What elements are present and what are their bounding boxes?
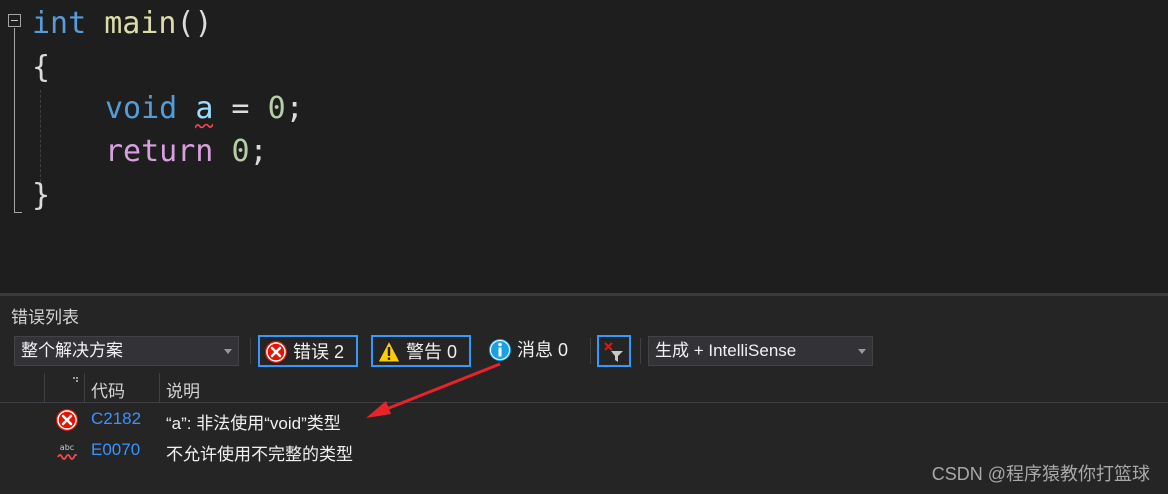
variable-a-text: a bbox=[195, 91, 214, 126]
parens: () bbox=[176, 6, 213, 41]
variable-a: a bbox=[195, 91, 214, 129]
error-icon bbox=[56, 409, 78, 431]
number-0: 0 bbox=[267, 91, 286, 126]
column-options-icon[interactable] bbox=[68, 377, 80, 387]
indent-guide bbox=[40, 90, 41, 182]
code-line-2[interactable]: { bbox=[32, 46, 50, 90]
collapse-icon[interactable] bbox=[8, 14, 21, 27]
chevron-down-icon bbox=[858, 349, 866, 354]
number-0: 0 bbox=[231, 134, 250, 169]
column-header-code[interactable]: 代码 bbox=[91, 377, 125, 402]
keyword-int: int bbox=[32, 6, 87, 41]
error-description: “a”: 非法使用“void”类型 bbox=[166, 414, 341, 433]
clear-filter-icon bbox=[604, 342, 623, 362]
scope-value: 整个解决方案 bbox=[21, 341, 123, 360]
toolbar-separator bbox=[250, 338, 251, 364]
grid-header: 代码 说明 bbox=[0, 373, 1168, 403]
code-line-3[interactable]: void a = 0; bbox=[105, 87, 304, 131]
code-line-1[interactable]: int main() bbox=[32, 2, 213, 46]
code-editor[interactable]: int main() { void a = 0; return 0; } bbox=[0, 0, 1168, 293]
code-line-4[interactable]: return 0; bbox=[105, 130, 268, 174]
toolbar-separator bbox=[640, 338, 641, 364]
intellisense-error-icon: abc bbox=[57, 443, 77, 460]
chevron-down-icon bbox=[224, 349, 232, 354]
errors-filter-label: 错误 2 bbox=[293, 342, 345, 362]
close-brace: } bbox=[32, 178, 51, 213]
info-icon bbox=[489, 339, 511, 361]
svg-text:abc: abc bbox=[60, 443, 74, 452]
semicolon: ; bbox=[285, 91, 304, 126]
warnings-filter-label: 警告 0 bbox=[406, 342, 458, 362]
watermark: CSDN @程序猿教你打篮球 bbox=[931, 464, 1150, 484]
keyword-return: return bbox=[105, 134, 214, 169]
function-main: main bbox=[104, 6, 177, 41]
toolbar-separator bbox=[590, 338, 591, 364]
build-filter-dropdown[interactable]: 生成 + IntelliSense bbox=[648, 336, 873, 366]
error-squiggle bbox=[195, 123, 214, 129]
scope-dropdown[interactable]: 整个解决方案 bbox=[14, 336, 239, 366]
assign-op: = bbox=[213, 91, 268, 126]
warning-icon bbox=[377, 340, 401, 363]
open-brace: { bbox=[32, 50, 51, 85]
column-header-description[interactable]: 说明 bbox=[166, 377, 200, 402]
column-divider[interactable] bbox=[44, 373, 45, 403]
column-divider[interactable] bbox=[159, 373, 160, 403]
panel-title: 错误列表 bbox=[11, 308, 79, 327]
table-row[interactable]: C2182 “a”: 非法使用“void”类型 bbox=[0, 404, 1168, 434]
fold-guide-end bbox=[14, 212, 22, 213]
errors-filter-button[interactable]: 错误 2 bbox=[258, 335, 358, 367]
fold-guide bbox=[14, 28, 15, 213]
semicolon: ; bbox=[249, 134, 268, 169]
clear-filter-button[interactable] bbox=[597, 335, 631, 367]
column-divider[interactable] bbox=[84, 373, 85, 403]
messages-filter-button[interactable]: 消息 0 bbox=[484, 335, 584, 367]
error-code-link[interactable]: C2182 bbox=[91, 409, 141, 429]
keyword-void: void bbox=[105, 91, 178, 126]
warnings-filter-button[interactable]: 警告 0 bbox=[371, 335, 471, 367]
error-description: 不允许使用不完整的类型 bbox=[166, 445, 353, 464]
error-code-link[interactable]: E0070 bbox=[91, 440, 140, 460]
messages-filter-label: 消息 0 bbox=[517, 340, 569, 360]
build-filter-value: 生成 + IntelliSense bbox=[655, 341, 797, 360]
error-icon bbox=[265, 341, 287, 363]
code-line-5[interactable]: } bbox=[32, 174, 50, 218]
